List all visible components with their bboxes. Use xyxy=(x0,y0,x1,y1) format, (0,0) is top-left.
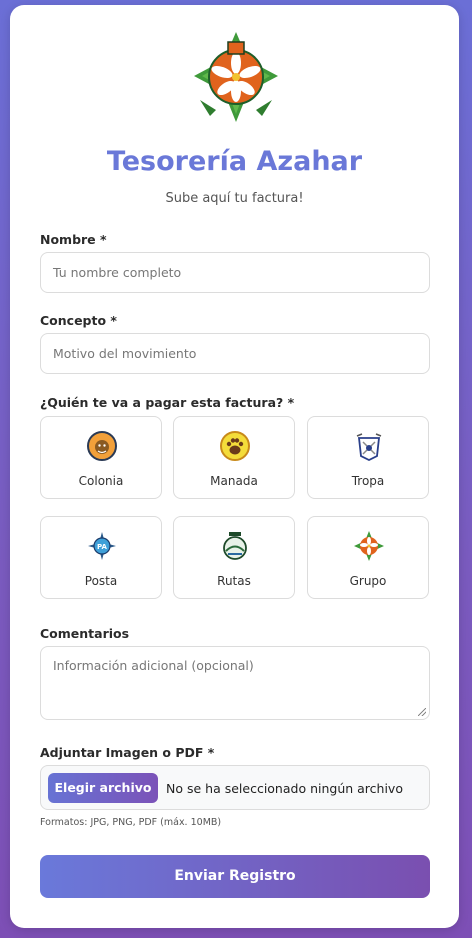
page-subtitle: Sube aquí tu factura! xyxy=(165,191,304,206)
concepto-input[interactable]: Motivo del movimiento xyxy=(40,333,430,374)
rutas-clan-badge-icon xyxy=(223,532,247,560)
grupo-azahar-badge-icon xyxy=(354,531,384,561)
svg-text:PA: PA xyxy=(97,543,107,551)
nombre-label: Nombre * xyxy=(40,232,107,247)
option-manada[interactable]: Manada xyxy=(173,416,295,499)
option-grupo[interactable]: Grupo xyxy=(307,516,429,599)
comentarios-placeholder: Información adicional (opcional) xyxy=(53,658,254,673)
submit-button[interactable]: Enviar Registro xyxy=(40,855,430,898)
posta-compass-badge-icon: PA xyxy=(88,532,116,560)
resize-handle-icon[interactable] xyxy=(418,708,426,716)
option-label: Colonia xyxy=(78,474,124,488)
file-format-hint: Formatos: JPG, PNG, PDF (máx. 10MB) xyxy=(40,817,222,828)
option-colonia[interactable]: Colonia xyxy=(40,416,162,499)
file-status: No se ha seleccionado ningún archivo xyxy=(166,781,403,796)
concepto-label: Concepto * xyxy=(40,313,117,328)
tropa-badge-icon xyxy=(356,433,382,462)
option-label: Manada xyxy=(210,474,258,488)
choose-file-button[interactable]: Elegir archivo xyxy=(48,773,158,803)
option-label: Grupo xyxy=(349,574,387,588)
page-title: Tesorería Azahar xyxy=(106,146,363,177)
colonia-badge-icon xyxy=(87,431,117,461)
nombre-input[interactable]: Tu nombre completo xyxy=(40,252,430,293)
form-card: Tesorería Azahar Sube aquí tu factura! N… xyxy=(10,5,459,928)
comentarios-textarea[interactable]: Información adicional (opcional) xyxy=(40,646,430,720)
manada-paw-badge-icon xyxy=(220,431,250,461)
file-input[interactable]: Elegir archivo No se ha seleccionado nin… xyxy=(40,765,430,810)
option-label: Rutas xyxy=(217,574,251,588)
option-label: Posta xyxy=(84,574,118,588)
option-rutas[interactable]: Rutas xyxy=(173,516,295,599)
option-posta[interactable]: PA Posta xyxy=(40,516,162,599)
option-tropa[interactable]: Tropa xyxy=(307,416,429,499)
pagador-label: ¿Quién te va a pagar esta factura? * xyxy=(40,395,295,410)
comentarios-label: Comentarios xyxy=(40,626,130,641)
option-label: Tropa xyxy=(351,474,385,488)
adjunto-label: Adjuntar Imagen o PDF * xyxy=(40,745,215,760)
azahar-logo-icon xyxy=(194,32,278,122)
